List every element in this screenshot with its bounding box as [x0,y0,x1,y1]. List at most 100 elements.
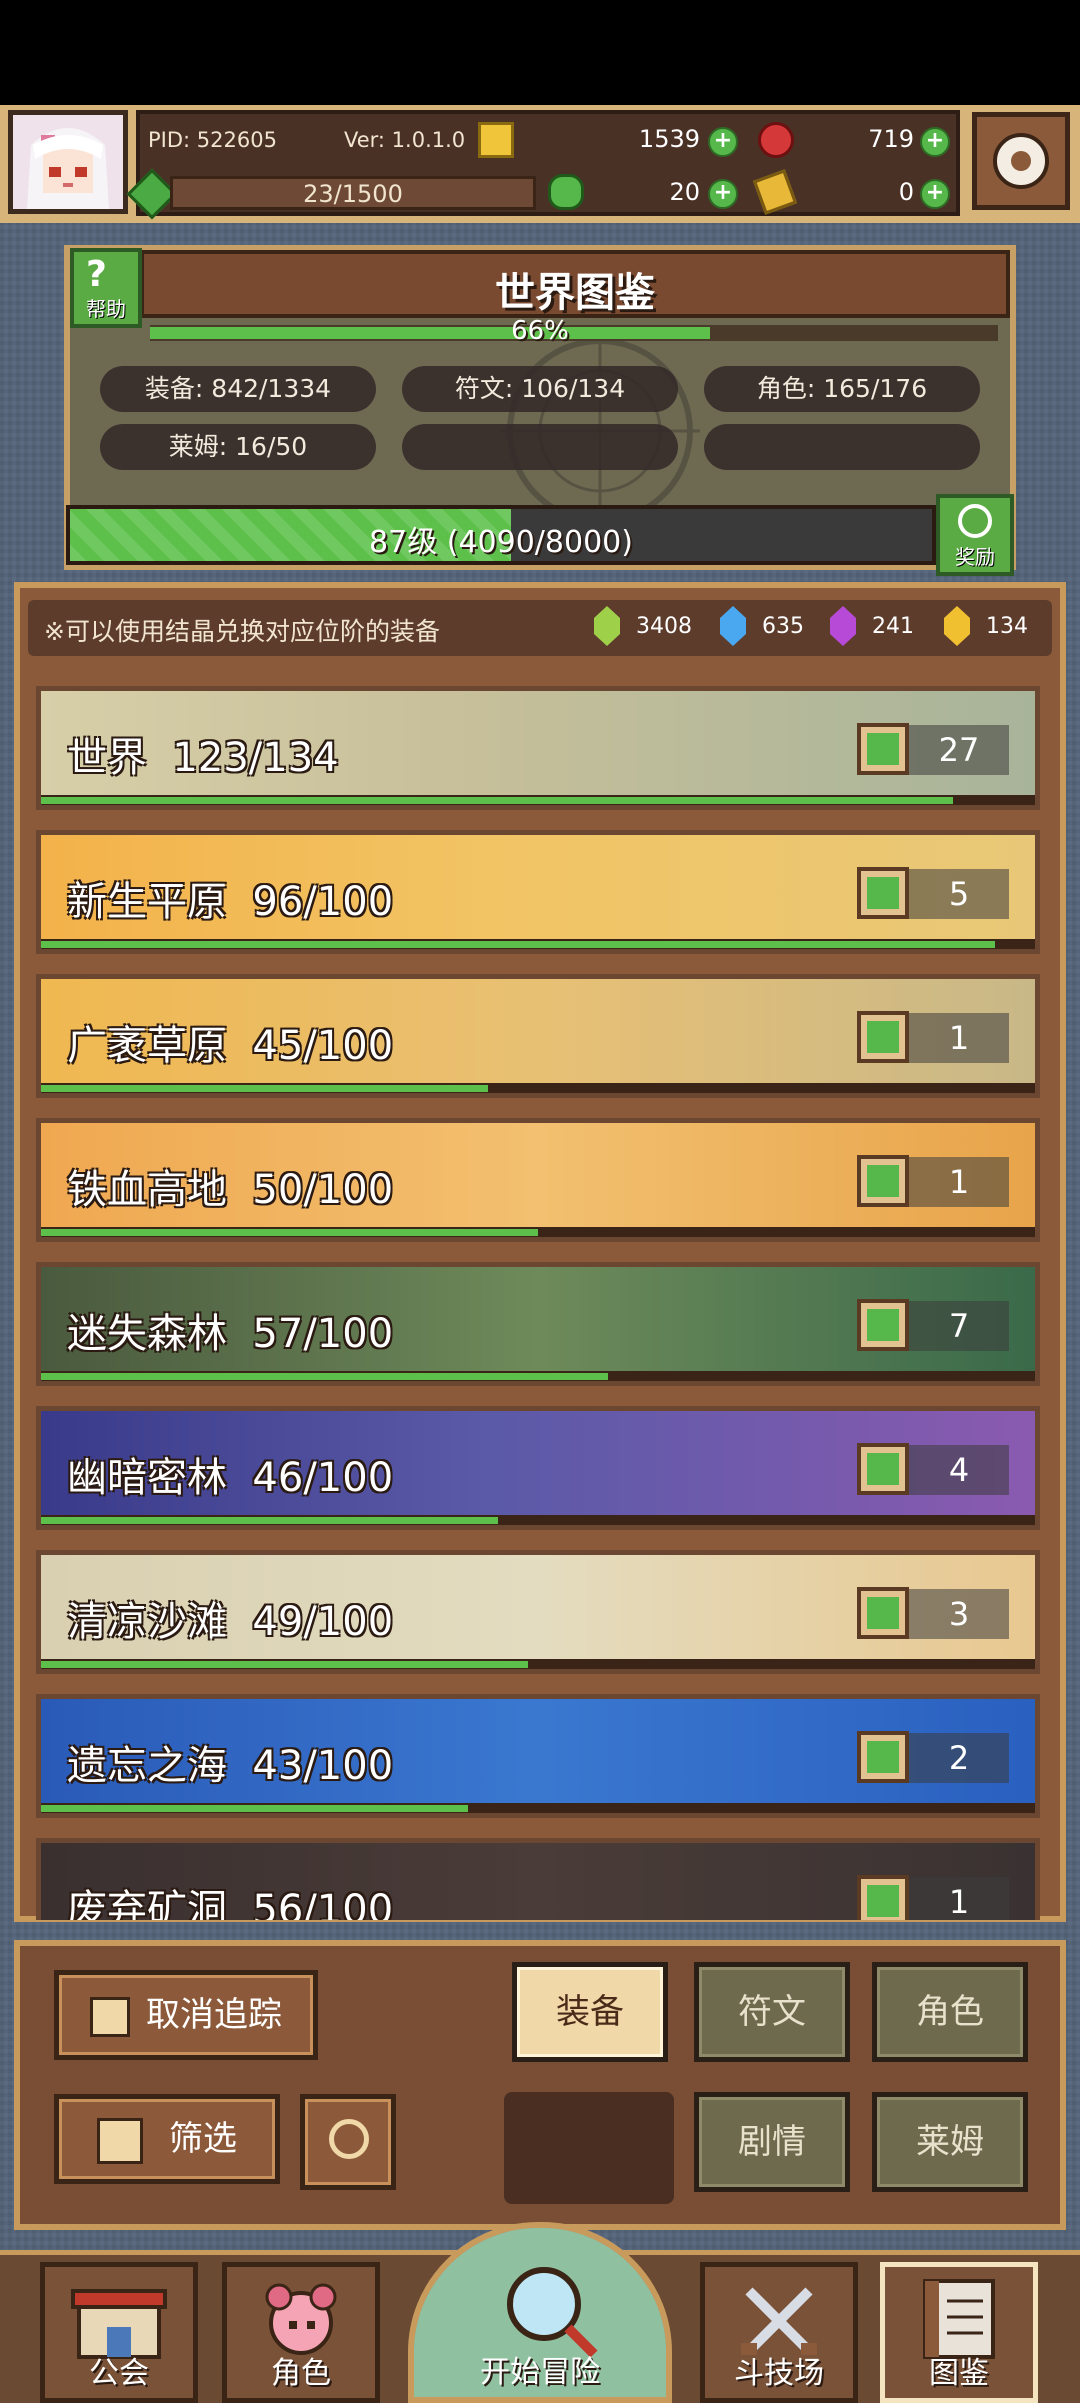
region-progress-fill [41,1229,538,1236]
stamina-value: 23/1500 [303,180,403,208]
like-button[interactable] [857,1155,909,1207]
game-version: Ver: 1.0.1.0 [344,128,466,152]
like-count: 4 [909,1445,1009,1495]
green-crystal-count: 3408 [636,614,692,639]
like-button[interactable] [857,1011,909,1063]
region-list[interactable]: 世界 123/134 27 新生平原 96/100 5 广袤草原 45/100 1 铁血高地… [36,686,1046,1920]
region-progress-fill [41,1661,529,1668]
help-label: 帮助 [86,297,126,321]
thumbs-up-icon [867,1597,899,1629]
untrack-label: 取消追踪 [146,1995,282,2035]
gear-icon [993,133,1049,189]
refresh-icon [329,2119,369,2159]
add-ruby-button[interactable]: + [920,127,950,157]
region-progress-bar [41,1371,1035,1381]
stat-runes: 符文: 106/134 [402,366,678,412]
reward-icon [958,504,992,538]
thumbs-up-icon [867,1021,899,1053]
player-id: PID: 522605 [148,128,277,152]
untrack-button[interactable]: 取消追踪 [54,1970,318,2060]
like-count: 1 [909,1877,1009,1920]
region-progress-fill [41,1373,608,1380]
region-row[interactable]: 世界 123/134 27 [36,686,1040,810]
nav-character[interactable]: 角色 [222,2262,380,2403]
region-progress-bar [41,795,1035,805]
nav-guild[interactable]: 公会 [40,2262,198,2403]
stat-empty-1 [402,424,678,470]
like-button[interactable] [857,867,909,919]
region-row[interactable]: 新生平原 96/100 5 [36,830,1040,954]
thumbs-up-icon [867,733,899,765]
region-progress-fill [41,797,954,804]
thumbs-up-icon [867,1885,899,1917]
stat-characters: 角色: 165/176 [704,366,980,412]
region-progress-bar [41,1803,1035,1813]
like-button[interactable] [857,1587,909,1639]
nav-adventure-label: 开始冒险 [480,2355,600,2390]
region-row[interactable]: 铁血高地 50/100 1 [36,1118,1040,1242]
nav-adventure[interactable]: 开始冒险 [408,2222,672,2403]
region-progress-fill [41,1085,489,1092]
like-button[interactable] [857,1875,909,1920]
nav-codex[interactable]: 图鉴 [880,2262,1038,2403]
player-avatar[interactable] [8,110,128,214]
codex-level-text: 87级 (4090/8000) [369,525,633,560]
clover-icon [548,174,584,210]
reset-filter-button[interactable] [300,2094,396,2190]
help-button[interactable]: ? 帮助 [70,248,142,328]
region-name: 清凉沙滩 49/100 [67,1599,394,1645]
like-button[interactable] [857,1731,909,1783]
thumbs-up-icon [867,1165,899,1197]
question-mark-icon: ? [86,254,107,295]
tab-runes[interactable]: 符文 [694,1962,850,2062]
stat-equipment: 装备: 842/1334 [100,366,376,412]
add-gold-button[interactable]: + [708,127,738,157]
region-row[interactable]: 遗忘之海 43/100 2 [36,1694,1040,1818]
like-button[interactable] [857,723,909,775]
reward-label: 奖励 [955,545,995,569]
nav-character-label: 角色 [271,2356,331,2391]
region-row[interactable]: 废弃矿洞 56/100 1 [36,1838,1040,1920]
region-name: 幽暗密林 46/100 [67,1455,394,1501]
like-count: 27 [909,725,1009,775]
tab-empty-slot [504,2092,674,2204]
region-progress-bar [41,1227,1035,1237]
region-progress-fill [41,1805,469,1812]
like-count: 2 [909,1733,1009,1783]
region-name: 遗忘之海 43/100 [67,1743,394,1789]
thumbs-up-icon [867,1309,899,1341]
tab-characters[interactable]: 角色 [872,1962,1028,2062]
like-count: 1 [909,1157,1009,1207]
blue-crystal-count: 635 [762,614,804,639]
tab-equipment[interactable]: 装备 [512,1962,668,2062]
thumb-icon [90,1996,130,2037]
region-progress-bar [41,1083,1035,1093]
like-button[interactable] [857,1443,909,1495]
region-name: 世界 123/134 [67,735,339,781]
tab-slime[interactable]: 莱姆 [872,2092,1028,2192]
gold-value: 1539 [638,125,700,153]
tab-story[interactable]: 剧情 [694,2092,850,2192]
stat-empty-2 [704,424,980,470]
filter-button[interactable]: 筛选 [54,2094,280,2184]
like-button[interactable] [857,1299,909,1351]
region-row[interactable]: 幽暗密林 46/100 4 [36,1406,1040,1530]
region-progress-bar [41,1659,1035,1669]
codex-level-bar: 87级 (4090/8000) [66,505,936,565]
gold-crystal-count: 134 [986,614,1028,639]
region-progress-bar [41,1515,1035,1525]
region-row[interactable]: 迷失森林 57/100 7 [36,1262,1040,1386]
add-key-button[interactable]: + [920,179,950,209]
region-row[interactable]: 广袤草原 45/100 1 [36,974,1040,1098]
add-clover-button[interactable]: + [708,179,738,209]
thumbs-up-icon [867,1453,899,1485]
reward-button[interactable]: 奖励 [936,494,1014,576]
stat-slime: 莱姆: 16/50 [100,424,376,470]
nav-arena[interactable]: 斗技场 [700,2262,858,2403]
like-count: 7 [909,1301,1009,1351]
crystal-note: ※可以使用结晶兑换对应位阶的装备 [44,617,440,646]
region-row[interactable]: 清凉沙滩 49/100 3 [36,1550,1040,1674]
ruby-gem-icon [758,122,794,158]
settings-button[interactable] [972,112,1070,210]
region-progress-fill [41,1517,499,1524]
